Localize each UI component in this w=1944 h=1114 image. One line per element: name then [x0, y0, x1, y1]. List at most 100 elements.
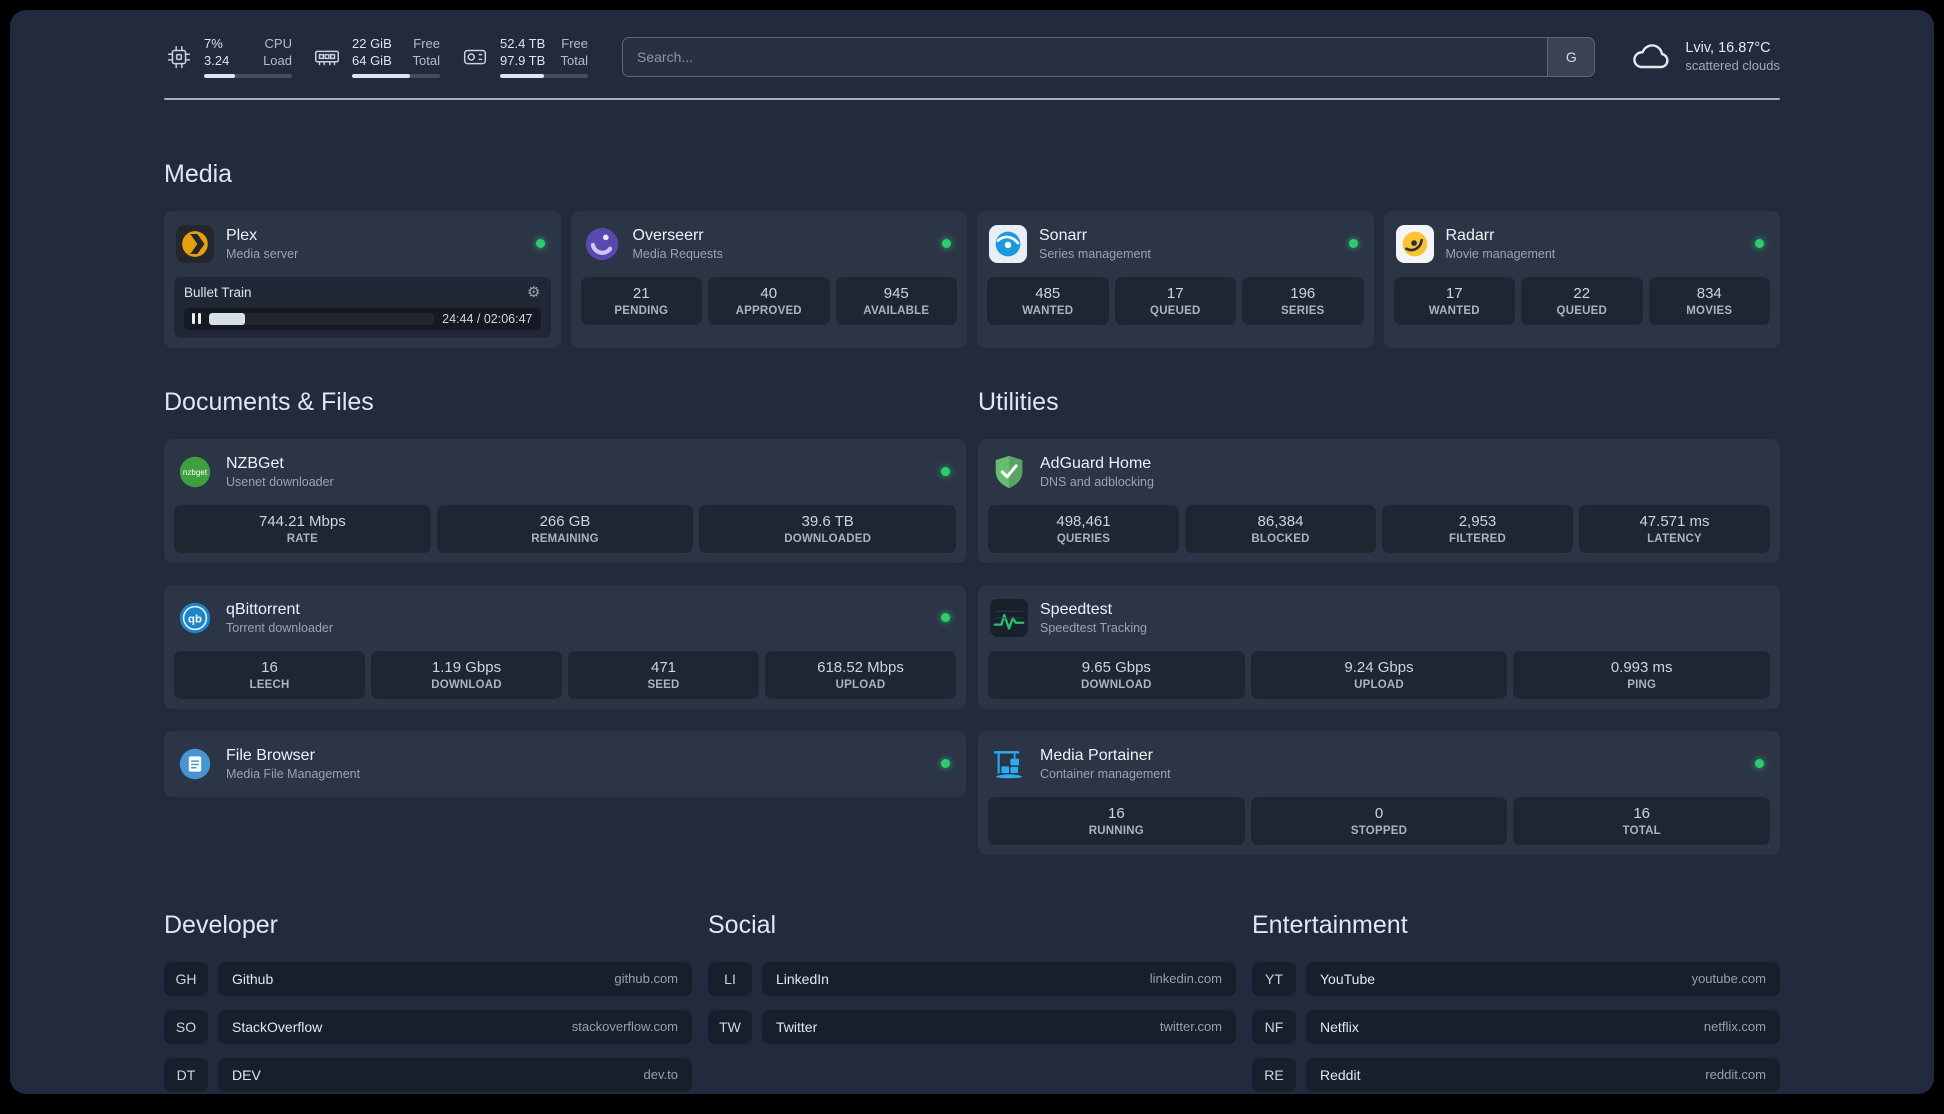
stat-value: 0 [1374, 804, 1384, 822]
service-name: NZBGet [226, 454, 284, 472]
bookmark-item[interactable]: RE Reddit reddit.com [1252, 1057, 1780, 1092]
service-desc: Series management [1039, 246, 1151, 261]
service-card-portainer[interactable]: Media Portainer Container management 16 R… [978, 730, 1780, 855]
stat-label: STOPPED [1350, 824, 1408, 837]
stat-tile: 9.24 Gbps UPLOAD [1250, 650, 1508, 699]
cpu-icon [164, 42, 194, 72]
service-name: Sonarr [1039, 226, 1088, 244]
search-provider-button[interactable]: G [1547, 37, 1595, 76]
search-bar: G [622, 36, 1596, 77]
pause-icon[interactable] [192, 313, 201, 325]
stat-tile: 1.19 Gbps DOWNLOAD [371, 650, 562, 699]
stat-value: 1.19 Gbps [431, 658, 502, 676]
playback-progress-track[interactable] [209, 312, 435, 325]
bookmark-tile: DEV dev.to [218, 1057, 692, 1092]
service-desc: Usenet downloader [226, 474, 334, 489]
service-card-nzbget[interactable]: nzbget NZBGet Usenet downloader 744.21 M… [164, 438, 966, 563]
bookmark-tile: Github github.com [218, 961, 692, 996]
stat-value: 196 [1290, 284, 1316, 302]
stat-label: TOTAL [1622, 824, 1661, 837]
status-dot [942, 239, 951, 249]
stat-value: 86,384 [1257, 512, 1304, 530]
bookmark-item[interactable]: TW Twitter twitter.com [708, 1009, 1236, 1044]
stat-value: 0.993 ms [1610, 658, 1673, 676]
nzbget-icon: nzbget [176, 453, 214, 491]
cpu-widget: 7% CPU 3.24 Load [164, 36, 292, 78]
stat-tile: 17 QUEUED [1114, 276, 1236, 325]
stat-tile: 266 GB REMAINING [436, 504, 694, 553]
service-name: Overseerr [632, 226, 704, 244]
bookmark-name: YouTube [1320, 970, 1376, 987]
status-dot [1755, 239, 1764, 249]
bookmark-abbr: NF [1252, 1009, 1296, 1044]
stat-label: RATE [286, 532, 318, 545]
stat-label: WANTED [1022, 304, 1074, 317]
stat-value: 47.571 ms [1639, 512, 1710, 530]
bookmark-name: DEV [232, 1066, 261, 1083]
bookmark-url: twitter.com [1159, 1019, 1222, 1035]
status-dot [941, 759, 950, 769]
qbittorrent-icon: qb [176, 599, 214, 637]
memory-icon [312, 42, 342, 72]
cpu-percent: 7% [204, 36, 223, 51]
service-card-radarr[interactable]: Radarr Movie management 17 WANTED 22 QUEUED… [1383, 210, 1780, 348]
section-documents: Documents & Files nzbget NZBGet Usenet d… [164, 388, 966, 797]
stat-label: PENDING [614, 304, 669, 317]
stat-label: BLOCKED [1251, 532, 1310, 545]
plex-icon [176, 224, 214, 263]
status-dot [1348, 239, 1358, 249]
status-dot [941, 613, 950, 623]
service-desc: Media server [226, 246, 299, 261]
stat-value: 945 [883, 284, 909, 302]
bookmark-tile: YouTube youtube.com [1306, 961, 1780, 996]
stat-tile: 0 STOPPED [1250, 796, 1508, 845]
service-card-overseerr[interactable]: Overseerr Media Requests 21 PENDING 40 APPR… [570, 210, 967, 348]
bookmark-item[interactable]: LI LinkedIn linkedin.com [708, 961, 1236, 996]
stat-label: WANTED [1428, 304, 1480, 317]
bookmark-url: github.com [614, 971, 678, 987]
bookmark-item[interactable]: YT YouTube youtube.com [1252, 961, 1780, 996]
stat-tile: 16 LEECH [174, 650, 365, 699]
bookmark-item[interactable]: DT DEV dev.to [164, 1057, 692, 1092]
weather-condition: scattered clouds [1685, 58, 1780, 74]
stat-value: 9.65 Gbps [1081, 658, 1151, 676]
service-name: Plex [226, 226, 258, 244]
bookmark-abbr: SO [164, 1009, 208, 1044]
stat-value: 21 [632, 284, 650, 302]
stat-tile: 9.65 Gbps DOWNLOAD [988, 650, 1245, 699]
stat-tile: 16 TOTAL [1513, 796, 1771, 845]
search-input[interactable] [623, 37, 1548, 76]
stat-value: 39.6 TB [801, 512, 854, 530]
stat-label: LATENCY [1647, 532, 1702, 545]
service-card-adguard[interactable]: AdGuard Home DNS and adblocking 498,461 Q… [978, 438, 1780, 563]
svg-text:qb: qb [188, 613, 202, 625]
bookmark-item[interactable]: SO StackOverflow stackoverflow.com [164, 1009, 692, 1044]
bookmark-abbr: LI [708, 961, 752, 996]
speedtest-icon [990, 598, 1028, 637]
service-card-plex[interactable]: Plex Media server Bullet Train ⚙ 24:44 /… [164, 210, 561, 348]
bookmark-url: netflix.com [1703, 1019, 1766, 1035]
service-card-sonarr[interactable]: Sonarr Series management 485 WANTED 17 QUEU… [977, 210, 1374, 348]
stat-tile: 0.993 ms PING [1513, 650, 1771, 699]
bookmark-item[interactable]: NF Netflix netflix.com [1252, 1009, 1780, 1044]
service-card-qbittorrent[interactable]: qb qBittorrent Torrent downloader 16 LEEC… [164, 584, 966, 709]
bookmark-item[interactable]: GH Github github.com [164, 961, 692, 996]
cpu-load-label: Load [263, 52, 292, 68]
bookmark-abbr: RE [1252, 1057, 1296, 1092]
service-card-filebrowser[interactable]: File Browser Media File Management [164, 730, 966, 797]
status-dot [1755, 759, 1764, 769]
stat-label: PING [1627, 678, 1657, 691]
service-card-speedtest[interactable]: Speedtest Speedtest Tracking 9.65 Gbps DO… [978, 584, 1780, 709]
stat-value: 485 [1035, 284, 1061, 302]
gear-icon[interactable]: ⚙ [527, 285, 540, 300]
stat-value: 16 [1107, 804, 1125, 822]
section-title-media: Media [164, 159, 233, 188]
section-title-documents: Documents & Files [164, 387, 374, 416]
playback-time: 24:44 / 02:06:47 [442, 311, 533, 326]
disk-progress-bar [500, 73, 588, 78]
resource-widgets: 7% CPU 3.24 Load 22 GiB Free 64 GiB Tota… [164, 36, 588, 78]
memory-progress-bar [352, 73, 440, 78]
stat-tile: 945 AVAILABLE [835, 276, 957, 325]
bookmark-name: Netflix [1320, 1018, 1359, 1035]
service-name: Radarr [1445, 226, 1495, 244]
